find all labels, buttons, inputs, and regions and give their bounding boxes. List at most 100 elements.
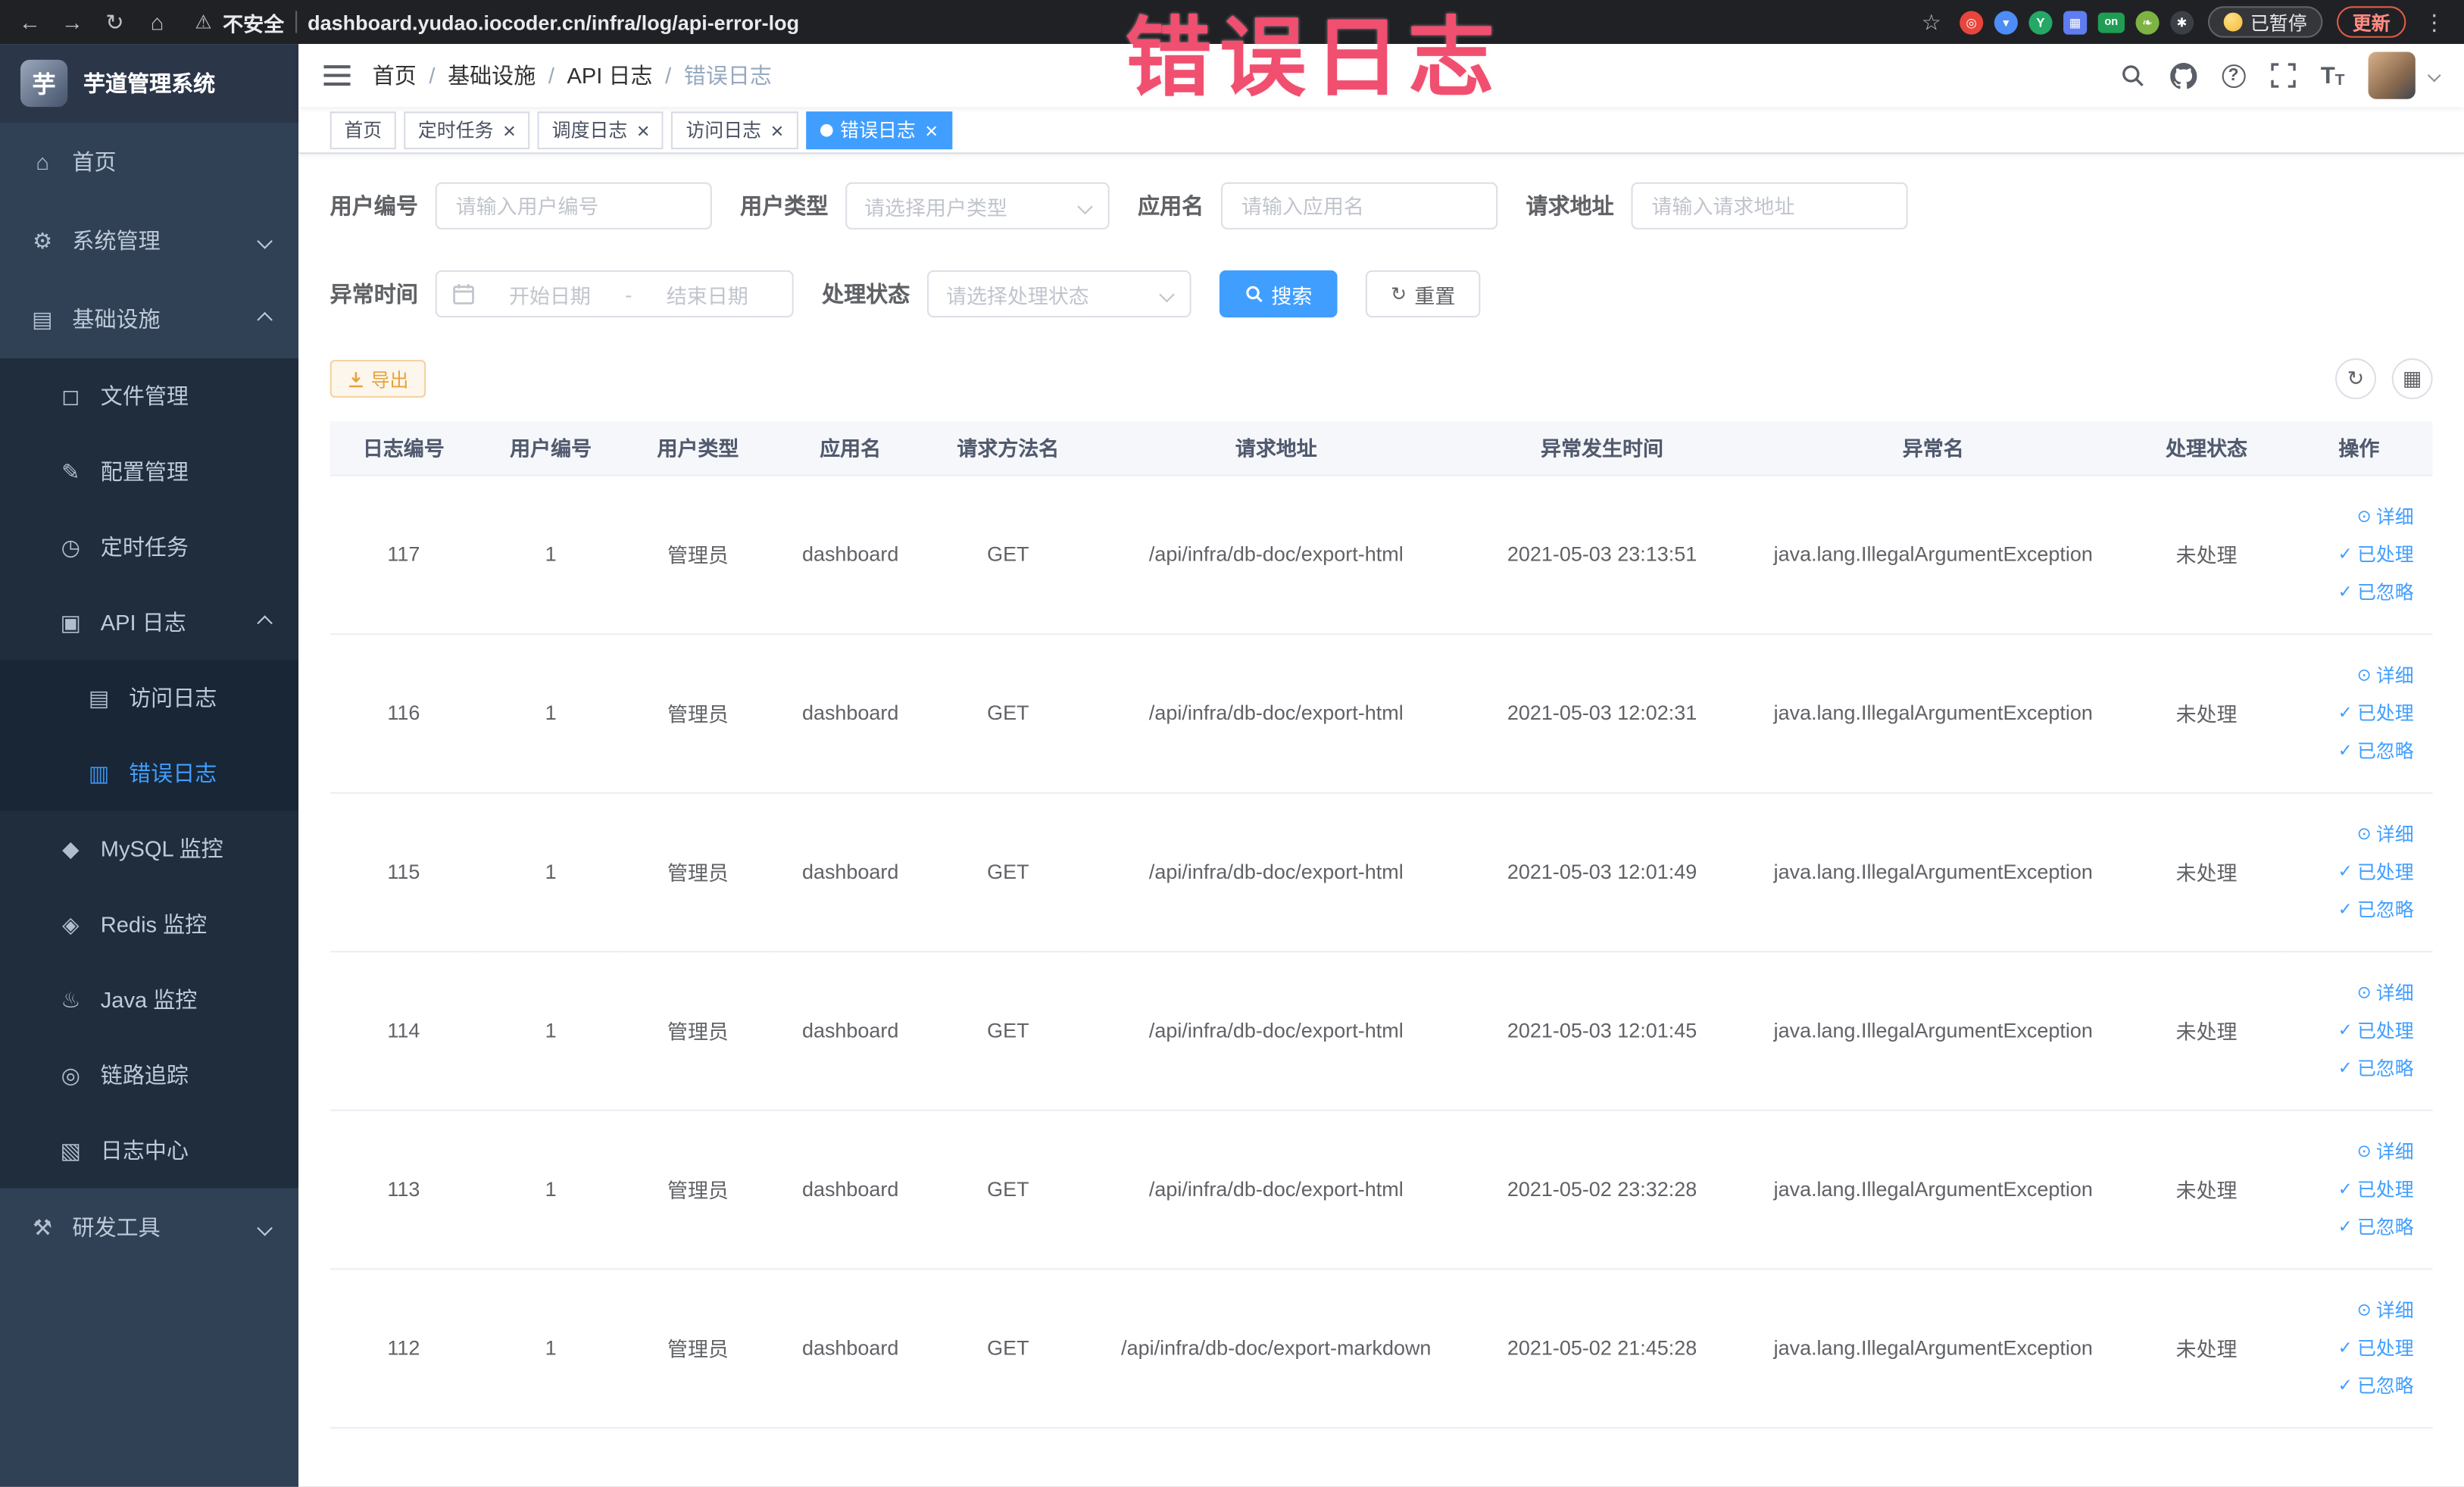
forward-icon[interactable]: → [58, 9, 86, 34]
reset-button[interactable]: ↻ 重置 [1365, 270, 1481, 318]
search-button[interactable]: 搜索 [1219, 270, 1338, 318]
tab-access-log[interactable]: 访问日志 × [671, 111, 798, 149]
action-detail[interactable]: ⊙ 详细 [2294, 815, 2414, 853]
extension-icon[interactable]: ✱ [2170, 10, 2194, 34]
config-manage-icon: ✎ [61, 458, 80, 483]
sidebar-item-error-log[interactable]: ▥ 错误日志 [0, 735, 299, 811]
sidebar-item-api-log[interactable]: ▣ API 日志 [0, 584, 299, 661]
action-ignored[interactable]: ✓ 已忽略 [2294, 890, 2414, 928]
action-detail[interactable]: ⊙ 详细 [2294, 1291, 2414, 1329]
filter-exception-time: 异常时间 开始日期 - 结束日期 [330, 270, 794, 318]
action-detail[interactable]: ⊙ 详细 [2294, 1132, 2414, 1170]
sidebar-item-job[interactable]: ◷ 定时任务 [0, 509, 299, 585]
sidebar-item-mysql-monitor[interactable]: ◆ MySQL 监控 [0, 811, 299, 887]
sidebar-item-dev-tools[interactable]: ⚒ 研发工具 [0, 1188, 298, 1267]
exception-time-range[interactable]: 开始日期 - 结束日期 [435, 270, 794, 318]
cell-actions: ⊙ 详细 ✓ 已处理 ✓ 已忽略 [2285, 792, 2433, 952]
sidebar-item-config-manage[interactable]: ✎ 配置管理 [0, 433, 299, 510]
github-icon[interactable] [2170, 61, 2198, 89]
action-ignored[interactable]: ✓ 已忽略 [2294, 732, 2414, 770]
action-processed[interactable]: ✓ 已处理 [2294, 853, 2414, 891]
request-url-input[interactable] [1631, 182, 1908, 230]
extension-icon[interactable]: ▦ [2063, 10, 2088, 34]
column-settings-button[interactable]: ▦ [2391, 358, 2433, 399]
bookmark-star-icon[interactable]: ☆ [1917, 8, 1945, 35]
cell-method: GET [929, 633, 1087, 793]
refresh-button[interactable]: ↻ [2335, 358, 2376, 399]
help-icon[interactable]: ? [2222, 64, 2246, 88]
sidebar-item-home[interactable]: ⌂ 首页 [0, 123, 298, 201]
redis-monitor-icon: ◈ [62, 911, 80, 936]
sidebar-item-system[interactable]: ⚙ 系统管理 [0, 201, 298, 280]
action-ignored[interactable]: ✓ 已忽略 [2294, 1049, 2414, 1087]
tab-error-log[interactable]: 错误日志 × [805, 111, 952, 149]
tab-job[interactable]: 定时任务 × [404, 111, 530, 149]
update-button[interactable]: 更新 [2337, 6, 2406, 38]
error-log-table: 日志编号 用户编号 用户类型 应用名 请求方法名 请求地址 异常发生时间 异常名 处理状态 操作 … [329, 421, 2433, 1428]
hamburger-menu-icon[interactable] [323, 64, 351, 86]
action-processed[interactable]: ✓ 已处理 [2294, 1170, 2414, 1208]
sidebar-item-trace[interactable]: ◎ 链路追踪 [0, 1037, 299, 1113]
action-processed[interactable]: ✓ 已处理 [2294, 1329, 2414, 1367]
extension-icon[interactable]: ❧ [2135, 10, 2160, 34]
sidebar-item-log-center[interactable]: ▧ 日志中心 [0, 1112, 299, 1189]
search-icon[interactable] [2118, 61, 2146, 89]
warning-icon: ⚠ [195, 11, 212, 33]
action-ignored[interactable]: ✓ 已忽略 [2294, 1367, 2414, 1404]
close-icon[interactable]: × [637, 119, 650, 141]
action-processed[interactable]: ✓ 已处理 [2294, 1011, 2414, 1049]
end-date-placeholder[interactable]: 结束日期 [639, 279, 776, 308]
filter-request-url: 请求地址 [1526, 182, 1908, 230]
address-bar[interactable]: ⚠ 不安全 dashboard.yudao.iocoder.cn/infra/l… [186, 7, 1903, 36]
url-text[interactable]: dashboard.yudao.iocoder.cn/infra/log/api… [308, 10, 799, 33]
cell-app: dashboard [771, 1268, 929, 1428]
chevron-up-icon [257, 311, 273, 327]
extension-icon[interactable]: ◎ [1960, 10, 1984, 34]
security-label[interactable]: 不安全 [223, 7, 284, 36]
avatar[interactable] [2368, 52, 2416, 99]
chevron-down-icon[interactable] [2427, 68, 2441, 83]
tab-home[interactable]: 首页 [329, 111, 396, 149]
sidebar-item-access-log[interactable]: ▤ 访问日志 [0, 660, 299, 736]
action-processed[interactable]: ✓ 已处理 [2294, 535, 2414, 573]
user-type-select[interactable]: 请选择用户类型 [845, 182, 1110, 230]
back-icon[interactable]: ← [16, 9, 44, 34]
sidebar-item-redis-monitor[interactable]: ◈ Redis 监控 [0, 886, 299, 962]
paused-badge[interactable]: 已暂停 [2207, 6, 2323, 38]
breadcrumb-item[interactable]: 首页 [373, 60, 417, 91]
close-icon[interactable]: × [771, 119, 784, 141]
sidebar-item-java-monitor[interactable]: ♨ Java 监控 [0, 961, 299, 1038]
extension-icon[interactable]: ▾ [1994, 10, 2018, 34]
action-detail[interactable]: ⊙ 详细 [2294, 498, 2414, 536]
home-icon[interactable]: ⌂ [143, 9, 171, 34]
font-size-icon[interactable]: TT [2321, 61, 2345, 89]
extension-icon[interactable]: Y [2028, 10, 2053, 34]
user-id-input[interactable] [435, 182, 712, 230]
cell-url: /api/infra/db-doc/export-html [1086, 1109, 1466, 1270]
action-detail[interactable]: ⊙ 详细 [2294, 656, 2414, 694]
browser-menu-dots-icon[interactable]: ⋮ [2420, 8, 2448, 35]
fullscreen-icon[interactable] [2269, 61, 2297, 89]
breadcrumb-item[interactable]: 基础设施 [448, 60, 536, 91]
action-ignored[interactable]: ✓ 已忽略 [2294, 1207, 2414, 1245]
sidebar-logo-row[interactable]: 芋 芋道管理系统 [0, 44, 299, 123]
start-date-placeholder[interactable]: 开始日期 [481, 279, 619, 308]
export-button[interactable]: 导出 [329, 360, 426, 398]
close-icon[interactable]: × [503, 119, 516, 141]
extension-on-icon[interactable]: on [2097, 11, 2125, 33]
app-name-input[interactable] [1221, 182, 1498, 230]
close-icon[interactable]: × [925, 119, 938, 141]
sidebar-item-file-manage[interactable]: ◻ 文件管理 [0, 358, 299, 434]
process-status-select[interactable]: 请选择处理状态 [927, 270, 1191, 318]
check-icon: ✓ [2338, 861, 2353, 881]
action-ignored[interactable]: ✓ 已忽略 [2294, 573, 2414, 611]
sidebar-item-infra[interactable]: ▤ 基础设施 [0, 280, 298, 358]
action-label: 已处理 [2357, 701, 2414, 724]
sidebar-item-label: 研发工具 [72, 1214, 161, 1240]
reload-icon[interactable]: ↻ [101, 8, 129, 35]
action-detail[interactable]: ⊙ 详细 [2294, 973, 2414, 1011]
tab-job-log[interactable]: 调度日志 × [538, 111, 664, 149]
cell-exception: java.lang.IllegalArgumentException [1738, 633, 2128, 793]
action-processed[interactable]: ✓ 已处理 [2294, 694, 2414, 732]
breadcrumb-item[interactable]: API 日志 [567, 60, 653, 91]
